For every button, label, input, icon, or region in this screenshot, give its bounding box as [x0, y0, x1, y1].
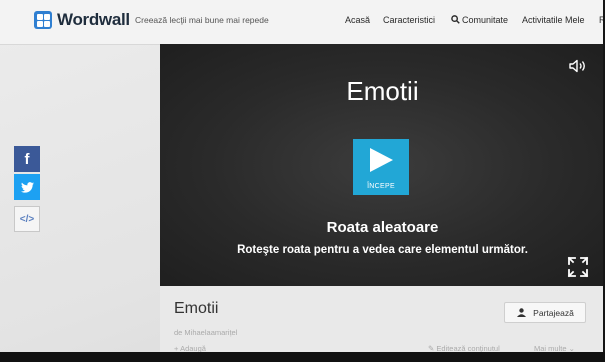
play-icon — [370, 148, 393, 172]
edit-content-button[interactable]: ✎ Editează conţinutul — [428, 344, 500, 352]
screen: Wordwall Creează lecţii mai bune mai rep… — [0, 0, 603, 352]
add-button[interactable]: + Adaugă — [174, 344, 206, 352]
nav-community-label: Comunitate — [462, 15, 509, 25]
edit-content-label: Editează conţinutul — [436, 344, 500, 352]
speaker-icon[interactable] — [569, 59, 587, 73]
start-label: ÎNCEPE — [367, 183, 395, 190]
chevron-down-icon: ⌄ — [568, 344, 575, 352]
nav-overflow[interactable]: R — [599, 15, 603, 25]
embed-button[interactable]: </> — [14, 206, 40, 232]
more-label: Mai multe — [534, 344, 567, 352]
share-button-label: Partajează — [533, 307, 574, 318]
more-menu-button[interactable]: Mai multe ⌄ — [534, 344, 575, 352]
start-button[interactable]: ÎNCEPE — [353, 139, 409, 195]
wordwall-logo[interactable]: Wordwall — [34, 10, 130, 30]
twitter-share-button[interactable] — [14, 174, 40, 200]
nav-community[interactable]: Comunitate — [451, 15, 508, 25]
user-icon — [517, 308, 527, 317]
facebook-share-button[interactable]: f — [14, 146, 40, 172]
monitor-bezel — [0, 352, 605, 362]
activity-title: Emotii — [174, 300, 219, 317]
activity-info-panel: Emotii Partajează de Mihaelaamarițel + A… — [160, 286, 603, 352]
nav-my-activities[interactable]: Activitatile Mele — [522, 15, 585, 25]
embed-icon: </> — [19, 213, 35, 225]
fullscreen-icon[interactable] — [567, 256, 589, 278]
add-label: Adaugă — [180, 344, 206, 352]
template-description: Roteşte roata pentru a vedea care elemen… — [237, 244, 528, 256]
top-bar: Wordwall Creează lecţii mai bune mai rep… — [0, 0, 603, 45]
tagline: Creează lecţii mai bune mai repede — [135, 15, 269, 25]
player-title: Emotii — [346, 76, 419, 106]
twitter-icon — [20, 181, 34, 193]
nav-features[interactable]: Caracteristici — [383, 15, 435, 25]
search-icon — [451, 15, 460, 24]
template-name: Roata aleatoare — [326, 219, 439, 236]
share-button[interactable]: Partajează — [504, 302, 586, 323]
author-link[interactable]: de Mihaelaamarițel — [174, 328, 237, 337]
wordwall-logo-icon — [34, 11, 52, 29]
brand-name: Wordwall — [57, 10, 130, 29]
activity-player[interactable]: Emotii ÎNCEPE Roata aleatoare Roteşte ro… — [160, 44, 603, 286]
nav-home[interactable]: Acasă — [345, 15, 370, 25]
facebook-icon: f — [24, 150, 30, 168]
